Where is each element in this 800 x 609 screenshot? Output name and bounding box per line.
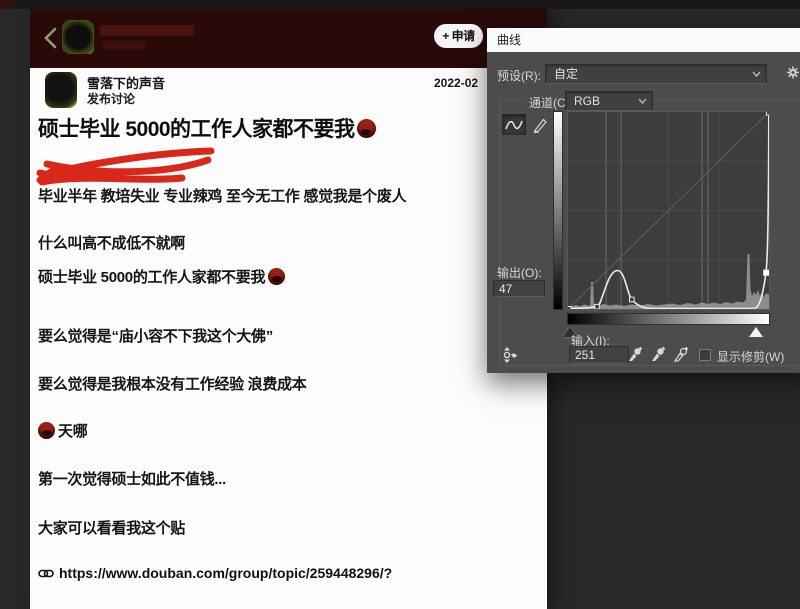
- dialog-body: 预设(R): 自定 通道(C): RGB 输出(O): 47 输入(I): 25…: [487, 52, 800, 373]
- targeted-adjustment-tool-icon[interactable]: [497, 345, 521, 365]
- post-paragraph: 要么觉得是我根本没有工作经验 浪费成本: [38, 376, 307, 393]
- curve-graph[interactable]: [566, 109, 772, 312]
- input-value-field[interactable]: [569, 346, 629, 364]
- input-gradient-bar: [567, 313, 770, 325]
- preset-label: 预设(R):: [497, 69, 541, 83]
- post-link[interactable]: https://www.douban.com/group/topic/25944…: [38, 565, 392, 581]
- corner-color-swatch: [0, 0, 13, 9]
- douban-post-image: + 申请 2022-02 雪落下的声音 发布讨论 硕士毕业 5000的工作人家都…: [30, 9, 547, 609]
- preset-options-gear-icon[interactable]: [785, 64, 800, 82]
- post-paragraph: 要么觉得是“庙小容不下我这个大佛”: [38, 328, 273, 345]
- white-point-eyedropper-icon[interactable]: [673, 345, 689, 363]
- back-icon[interactable]: [42, 26, 60, 50]
- post-paragraph: 第一次觉得硕士如此不值钱...: [38, 471, 227, 488]
- link-icon: [38, 569, 54, 577]
- author-action: 发布讨论: [87, 92, 136, 106]
- show-clipping-label: 显示修剪(W): [717, 350, 785, 364]
- crying-face-emoji: [38, 422, 55, 439]
- apply-button[interactable]: + 申请: [434, 24, 483, 48]
- output-label: 输出(O):: [497, 266, 542, 280]
- pencil-icon: [533, 118, 547, 133]
- black-point-eyedropper-icon[interactable]: [627, 345, 643, 363]
- group-avatar: [63, 21, 93, 53]
- post-paragraph: 硕士毕业 5000的工作人家都不要我: [38, 266, 508, 287]
- dialog-titlebar[interactable]: 曲线: [487, 28, 800, 52]
- curve-tool-icon: [505, 120, 523, 129]
- output-gradient-bar: [553, 111, 563, 310]
- post-paragraph: 大家可以看看我这个贴: [38, 520, 186, 537]
- dialog-title: 曲线: [497, 33, 522, 47]
- channel-select[interactable]: RGB: [565, 91, 653, 111]
- pencil-tool-button[interactable]: [528, 114, 552, 135]
- preset-select[interactable]: 自定: [545, 64, 767, 84]
- author-avatar: [45, 72, 77, 108]
- highlight-input-slider[interactable]: [749, 327, 763, 337]
- crying-face-emoji: [268, 268, 286, 285]
- show-clipping-checkbox[interactable]: [699, 349, 711, 361]
- post-paragraph: 毕业半年 教培失业 专业辣鸡 至今无工作 感觉我是个废人: [38, 188, 407, 205]
- selected-curve-point: [763, 269, 770, 276]
- post-paragraph: 什么叫高不成低不就啊: [38, 235, 186, 252]
- output-value-field[interactable]: [493, 280, 545, 297]
- chevron-down-icon: [752, 71, 761, 77]
- group-header: + 申请: [30, 9, 547, 68]
- crying-face-emoji: [356, 118, 376, 138]
- group-name-illegible: [100, 25, 194, 36]
- post-paragraph: 天哪: [38, 420, 508, 441]
- group-members-illegible: [102, 41, 146, 49]
- post-date: 2022-02: [434, 76, 479, 90]
- photoshop-canvas: { "post": { "header": { "apply_label": "…: [0, 0, 800, 609]
- curve-plot: [566, 109, 772, 312]
- curves-dialog: 曲线 预设(R): 自定 通道(C): RGB 输出(O): 47 输入(I):…: [487, 28, 800, 373]
- chevron-down-icon: [638, 98, 647, 104]
- curve-point-tool-button[interactable]: [502, 114, 526, 135]
- screen-top-strip: [0, 0, 800, 9]
- gray-point-eyedropper-icon[interactable]: [650, 345, 666, 363]
